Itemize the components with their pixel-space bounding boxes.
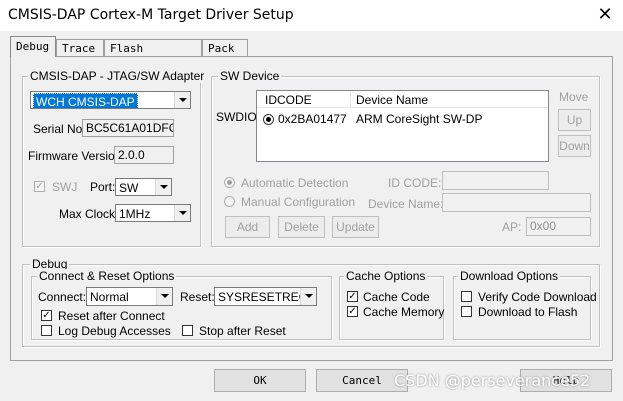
adapter-select[interactable]: WCH CMSIS-DAP xyxy=(30,91,191,109)
sw-device-group-label: SW Device xyxy=(218,69,282,83)
firmware-field: 2.0.0 xyxy=(114,146,174,164)
ap-field[interactable]: 0x00 xyxy=(526,217,591,236)
cache-code-label: Cache Code xyxy=(363,290,430,304)
stop-after-reset-checkbox[interactable] xyxy=(182,325,193,336)
tab-pack[interactable]: Pack xyxy=(202,39,248,56)
download-group-label: Download Options xyxy=(458,269,561,283)
maxclock-select-value: 1MHz xyxy=(119,207,151,221)
port-select[interactable]: SW xyxy=(115,178,172,196)
port-select-value: SW xyxy=(119,181,139,195)
download-flash-label: Download to Flash xyxy=(478,305,578,319)
column-header-idcode[interactable]: IDCODE xyxy=(265,93,312,107)
swdio-label: SWDIO xyxy=(216,110,257,124)
connect-select-value: Normal xyxy=(90,290,129,304)
adapter-select-value: WCH CMSIS-DAP xyxy=(33,93,138,108)
firmware-label: Firmware Version: xyxy=(28,149,125,163)
add-button[interactable]: Add xyxy=(225,216,270,238)
cache-group-label: Cache Options xyxy=(344,269,428,283)
reset-select-value: SYSRESETREQ xyxy=(218,290,309,304)
update-button[interactable]: Update xyxy=(332,216,379,238)
tab-flash-download[interactable]: Flash Download xyxy=(104,39,202,72)
maxclock-select[interactable]: 1MHz xyxy=(115,204,191,222)
reset-label: Reset: xyxy=(180,290,215,304)
column-divider[interactable] xyxy=(350,91,351,107)
move-label: Move xyxy=(559,90,589,104)
maxclock-label: Max Clock: xyxy=(59,207,119,221)
device-name-field[interactable] xyxy=(442,193,591,212)
swj-label: SWJ xyxy=(52,180,78,194)
down-button[interactable]: Down xyxy=(558,135,591,157)
device-name[interactable]: ARM CoreSight SW-DP xyxy=(356,112,482,126)
reset-after-connect-label: Reset after Connect xyxy=(58,309,165,323)
device-name-label: Device Name: xyxy=(368,197,444,211)
connect-reset-group-label: Connect & Reset Options xyxy=(37,269,177,283)
chevron-down-icon[interactable] xyxy=(174,205,190,221)
download-flash-checkbox[interactable] xyxy=(461,306,472,317)
ok-button[interactable]: OK xyxy=(214,369,306,392)
window-title: CMSIS-DAP Cortex-M Target Driver Setup xyxy=(8,7,294,23)
tab-debug[interactable]: Debug xyxy=(10,36,56,57)
swj-checkbox[interactable]: ✓ xyxy=(34,181,45,192)
ap-label: AP: xyxy=(502,220,522,234)
stop-after-reset-label: Stop after Reset xyxy=(199,324,286,338)
delete-button[interactable]: Delete xyxy=(278,216,325,238)
chevron-down-icon[interactable] xyxy=(300,288,316,305)
manual-config-label: Manual Configuration xyxy=(241,195,356,209)
device-list[interactable]: IDCODE Device Name 0x2BA01477 ARM CoreSi… xyxy=(256,90,549,162)
column-header-device-name[interactable]: Device Name xyxy=(356,93,428,107)
cache-code-checkbox[interactable]: ✓ xyxy=(347,291,358,302)
device-idcode[interactable]: 0x2BA01477 xyxy=(278,112,347,126)
reset-after-connect-checkbox[interactable]: ✓ xyxy=(41,310,52,321)
tab-trace[interactable]: Trace xyxy=(56,39,104,56)
log-debug-label: Log Debug Accesses xyxy=(58,324,171,338)
device-select-radio[interactable] xyxy=(263,114,274,125)
auto-detect-label: Automatic Detection xyxy=(241,176,349,190)
id-code-label: ID CODE: xyxy=(388,176,442,190)
watermark: CSDN @perseverance52 xyxy=(394,371,591,390)
log-debug-checkbox[interactable] xyxy=(41,325,52,336)
verify-download-checkbox[interactable] xyxy=(461,291,472,302)
chevron-down-icon[interactable] xyxy=(174,92,190,108)
cache-memory-checkbox[interactable]: ✓ xyxy=(347,306,358,317)
manual-config-radio[interactable] xyxy=(224,196,235,207)
id-code-field[interactable] xyxy=(442,171,549,190)
chevron-down-icon[interactable] xyxy=(155,179,171,195)
verify-download-label: Verify Code Download xyxy=(478,290,597,304)
cache-memory-label: Cache Memory xyxy=(363,305,445,319)
chevron-down-icon[interactable] xyxy=(156,288,172,305)
port-label: Port: xyxy=(90,180,116,194)
auto-detect-radio[interactable] xyxy=(224,177,235,188)
close-icon[interactable]: ✕ xyxy=(590,2,620,28)
up-button[interactable]: Up xyxy=(558,109,591,131)
connect-label: Connect: xyxy=(38,290,87,304)
adapter-group-label: CMSIS-DAP - JTAG/SW Adapter xyxy=(28,69,207,83)
reset-select[interactable]: SYSRESETREQ xyxy=(214,287,317,306)
connect-select[interactable]: Normal xyxy=(86,287,173,306)
serial-label: Serial No: xyxy=(33,122,86,136)
serial-field: BC5C61A01DFC xyxy=(82,119,174,137)
